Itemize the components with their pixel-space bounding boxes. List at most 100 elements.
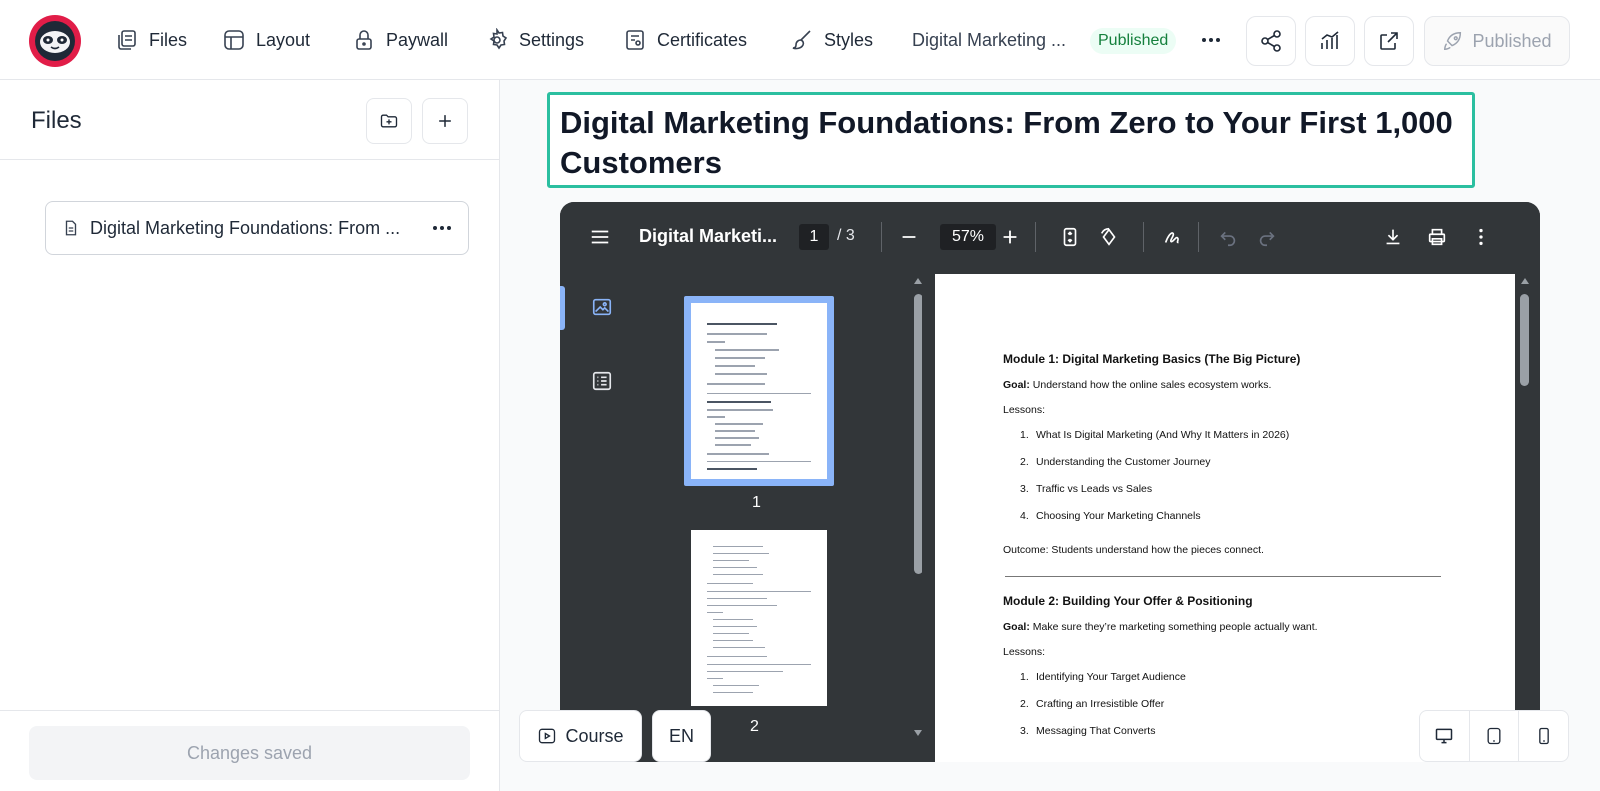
pdf-toolbar: Digital Marketi... 1 / 3 57% xyxy=(560,202,1540,272)
main-content: Digital Marketing Foundations: From Zero… xyxy=(500,80,1600,791)
publish-label: Published xyxy=(1472,30,1552,51)
lesson-item: 1. What Is Digital Marketing (And Why It … xyxy=(1020,429,1290,441)
lesson-item: 2. Understanding the Customer Journey xyxy=(1020,456,1211,468)
certificate-icon xyxy=(626,30,644,50)
nav-certificates[interactable]: Certificates xyxy=(623,26,747,54)
outline-tab[interactable] xyxy=(591,370,615,394)
lesson-item: 2. Crafting an Irresistible Offer xyxy=(1020,698,1165,710)
rotate-icon xyxy=(1100,227,1116,246)
pdf-page-area: Module 1: Digital Marketing Basics (The … xyxy=(922,272,1540,762)
page-title[interactable]: Digital Marketing Foundations: From Zero… xyxy=(560,103,1462,183)
page-scrollbar[interactable] xyxy=(1516,272,1534,762)
pdf-page-content: Module 1: Digital Marketing Basics (The … xyxy=(1003,352,1463,752)
module-outcome: Outcome: Students understand how the pie… xyxy=(1003,544,1264,556)
thumbnail-page-2[interactable] xyxy=(691,530,827,706)
nav-label: Certificates xyxy=(657,29,748,50)
language-button[interactable]: EN xyxy=(652,710,711,762)
plus-icon xyxy=(439,115,451,127)
sloth-logo[interactable] xyxy=(29,15,81,67)
lock-icon xyxy=(356,30,372,50)
thumbnails-tab[interactable] xyxy=(591,296,615,320)
mobile-icon xyxy=(1538,727,1549,745)
rotate-button[interactable] xyxy=(1097,225,1121,249)
lesson-text: Traffic vs Leads vs Sales xyxy=(1036,483,1153,495)
module-heading: Module 2: Building Your Offer & Position… xyxy=(1003,594,1253,608)
more-options-icon[interactable] xyxy=(1198,30,1224,50)
desktop-preview-button[interactable] xyxy=(1420,711,1470,761)
fit-page-button[interactable] xyxy=(1058,225,1082,249)
zoom-input[interactable]: 57% xyxy=(940,224,996,250)
play-icon xyxy=(539,728,556,744)
sloth-face-icon xyxy=(40,31,70,53)
nav-styles[interactable]: Styles xyxy=(790,26,873,54)
module-goal: Goal: Understand how the online sales ec… xyxy=(1003,379,1463,391)
thumbnail-label-2: 2 xyxy=(750,718,759,735)
print-button[interactable] xyxy=(1425,225,1449,249)
menu-icon[interactable] xyxy=(588,225,612,249)
tablet-preview-button[interactable] xyxy=(1470,711,1520,761)
more-menu-button[interactable] xyxy=(1469,225,1493,249)
analytics-icon xyxy=(1321,31,1339,49)
redo-button[interactable] xyxy=(1255,225,1279,249)
nav-paywall[interactable]: Paywall xyxy=(352,26,448,54)
zoom-in-button[interactable] xyxy=(998,225,1022,249)
undo-button[interactable] xyxy=(1216,225,1240,249)
nav-label: Layout xyxy=(256,29,311,50)
course-preview-button[interactable]: Course xyxy=(519,710,642,762)
goal-text: Understand how the online sales ecosyste… xyxy=(1032,379,1272,391)
changes-saved-button: Changes saved xyxy=(29,726,470,780)
new-folder-button[interactable] xyxy=(366,98,412,144)
file-more-icon[interactable] xyxy=(430,226,454,230)
toolbar-divider xyxy=(1035,222,1036,252)
thumbnail-panel: 1 2 xyxy=(560,272,923,762)
device-preview-group xyxy=(1419,710,1569,762)
lesson-text: Crafting an Irresistible Offer xyxy=(1036,698,1165,710)
files-icon xyxy=(118,30,136,50)
print-icon xyxy=(1428,228,1446,246)
add-file-button[interactable] xyxy=(422,98,468,144)
vertical-dots-icon xyxy=(1479,228,1483,246)
open-external-button[interactable] xyxy=(1364,16,1414,66)
lesson-text: What Is Digital Marketing (And Why It Ma… xyxy=(1036,429,1290,441)
goal-text: Make sure they’re marketing something pe… xyxy=(1032,621,1318,633)
page-title-editor[interactable]: Digital Marketing Foundations: From Zero… xyxy=(547,92,1475,188)
thumbnail-scrollbar[interactable] xyxy=(912,272,923,762)
brush-icon xyxy=(792,30,811,50)
goal-label: Goal: xyxy=(1003,621,1030,633)
download-icon xyxy=(1386,229,1400,245)
module-goal: Goal: Make sure they’re marketing someth… xyxy=(1003,621,1463,633)
thumbnail-label-1: 1 xyxy=(752,494,761,511)
goal-label: Goal: xyxy=(1003,379,1030,391)
redo-icon xyxy=(1259,231,1275,247)
plus-icon xyxy=(1003,230,1017,244)
page-total: / 3 xyxy=(837,227,855,244)
layout-icon xyxy=(224,30,244,50)
scrollbar-thumb[interactable] xyxy=(1520,294,1529,386)
file-list-item[interactable]: Digital Marketing Foundations: From ... xyxy=(45,201,469,255)
publish-button[interactable]: Published xyxy=(1424,16,1570,66)
sidebar-header: Files xyxy=(0,80,499,160)
course-name[interactable]: Digital Marketing ... xyxy=(912,30,1066,51)
fit-page-icon xyxy=(1063,227,1077,247)
nav-label: Files xyxy=(149,29,188,50)
nav-label: Settings xyxy=(519,29,585,50)
pdf-doc-title: Digital Marketi... xyxy=(639,226,778,246)
nav-label: Styles xyxy=(824,29,874,50)
mobile-preview-button[interactable] xyxy=(1519,711,1568,761)
undo-icon xyxy=(1220,231,1236,247)
status-badge: Published xyxy=(1090,28,1177,54)
thumbnail-selected[interactable] xyxy=(684,296,834,486)
scroll-up-icon[interactable] xyxy=(1520,276,1530,286)
nav-files[interactable]: Files xyxy=(115,26,187,54)
annotate-button[interactable] xyxy=(1161,225,1185,249)
page-number-input[interactable]: 1 xyxy=(799,224,829,250)
analytics-button[interactable] xyxy=(1305,16,1355,66)
zoom-out-button[interactable] xyxy=(897,225,921,249)
nav-layout[interactable]: Layout xyxy=(222,26,310,54)
download-button[interactable] xyxy=(1381,225,1405,249)
share-button[interactable] xyxy=(1246,16,1296,66)
thumbnail-tab-indicator xyxy=(560,286,565,330)
hamburger-icon xyxy=(591,230,609,244)
nav-settings[interactable]: Settings xyxy=(485,26,584,54)
lesson-item: 3. Messaging That Converts xyxy=(1020,725,1156,737)
